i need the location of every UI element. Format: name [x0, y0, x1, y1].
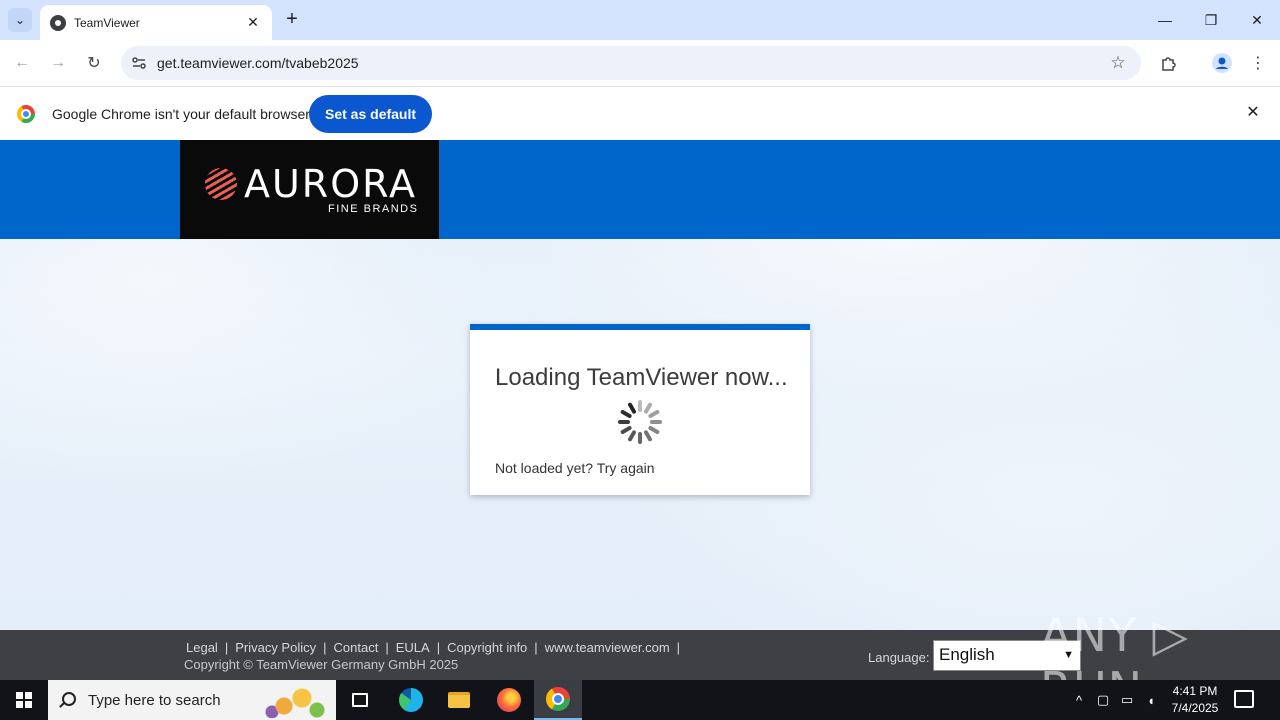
footer-separator: | — [385, 640, 389, 655]
edge-icon — [399, 688, 423, 712]
brand-name: AURORA — [244, 162, 417, 206]
network-icon[interactable]: ▭ — [1116, 680, 1138, 720]
search-icon — [62, 692, 76, 706]
maximize-button[interactable]: ❐ — [1188, 0, 1234, 40]
spinner-bar — [647, 425, 661, 435]
page-footer: Legal | Privacy Policy | Contact | EULA | Copyri… — [0, 608, 1280, 716]
tray-device-icon[interactable]: ▢ — [1092, 680, 1114, 720]
file-explorer-taskbar-button[interactable] — [435, 680, 483, 720]
language-label: Language: — [868, 650, 930, 665]
tab-title: TeamViewer — [74, 15, 140, 30]
firefox-taskbar-button[interactable] — [485, 680, 533, 720]
footer-separator: | — [323, 640, 327, 655]
spinner-bar — [647, 409, 661, 419]
tray-overflow-chevron-icon[interactable]: ^ — [1068, 680, 1090, 720]
forward-arrow-icon[interactable]: → — [46, 51, 70, 75]
edge-taskbar-button[interactable] — [387, 680, 435, 720]
footer-links: Legal | Privacy Policy | Contact | EULA | Copyri… — [186, 640, 687, 655]
site-settings-icon[interactable] — [129, 53, 149, 73]
tab-teamviewer[interactable]: TeamViewer ✕ — [40, 5, 272, 40]
start-button[interactable] — [0, 680, 48, 720]
notification-icon[interactable] — [1234, 690, 1254, 708]
copyright-text: Copyright © TeamViewer Germany GmbH 2025 — [184, 657, 459, 672]
browser-toolbar: ← → ↻ get.teamviewer.com/tvabeb2025 ☆ ⋮ — [0, 40, 1280, 86]
clock-time: 4:41 PM — [1172, 684, 1218, 698]
retry-prefix: Not loaded yet? — [495, 460, 597, 476]
close-window-button[interactable]: ✕ — [1234, 0, 1280, 40]
spinner-bar — [643, 429, 653, 443]
aurora-logo: AURORA FINE BRANDS — [180, 140, 439, 239]
footer-link[interactable]: www.teamviewer.com — [545, 640, 670, 655]
infobar-message: Google Chrome isn't your default browser — [52, 106, 310, 122]
chrome-taskbar-button[interactable] — [534, 680, 582, 720]
try-again-link[interactable]: Try again — [597, 460, 655, 476]
loading-card: Loading TeamViewer now... Not loaded yet… — [470, 324, 810, 495]
bookmark-star-icon[interactable]: ☆ — [1107, 52, 1129, 74]
retry-line: Not loaded yet? Try again — [495, 460, 655, 476]
spinner-bar — [650, 420, 662, 424]
new-tab-button[interactable]: + — [282, 8, 302, 32]
system-clock[interactable]: 4:41 PM 7/4/2025 — [1160, 683, 1230, 717]
tab-close-icon[interactable]: ✕ — [244, 14, 262, 31]
extensions-puzzle-icon[interactable] — [1157, 51, 1181, 75]
footer-separator: | — [224, 640, 229, 655]
search-highlight-flowers-icon — [262, 684, 328, 718]
url-text[interactable]: get.teamviewer.com/tvabeb2025 — [157, 55, 359, 71]
back-arrow-icon[interactable]: ← — [10, 51, 34, 75]
menu-kebab-icon[interactable]: ⋮ — [1246, 51, 1270, 75]
clock-date: 7/4/2025 — [1171, 701, 1219, 715]
reload-icon[interactable]: ↻ — [82, 51, 106, 75]
minimize-button[interactable]: — — [1142, 0, 1188, 40]
infobar-close-icon[interactable]: ✕ — [1244, 104, 1262, 122]
windows-logo-icon — [16, 692, 32, 708]
windows-taskbar: Type here to search ^ ▢ ▭ ◖ 4:41 PM 7/4/… — [0, 680, 1280, 720]
footer-link[interactable]: Contact — [334, 640, 379, 655]
profile-avatar-icon[interactable] — [1210, 51, 1234, 75]
footer-link[interactable]: Legal — [186, 640, 218, 655]
set-as-default-button[interactable]: Set as default — [309, 95, 433, 133]
search-placeholder: Type here to search — [88, 692, 221, 709]
chrome-logo-icon — [17, 105, 35, 123]
footer-link[interactable]: Privacy Policy — [235, 640, 316, 655]
task-view-button[interactable] — [336, 680, 384, 720]
task-view-icon — [352, 693, 368, 707]
page-content: AURORA FINE BRANDS Loading TeamViewer no… — [0, 140, 1280, 680]
language-value: English — [939, 645, 995, 664]
footer-separator: | — [436, 640, 441, 655]
folder-icon — [448, 692, 470, 708]
default-browser-infobar: Google Chrome isn't your default browser… — [0, 86, 1280, 140]
header-banner: AURORA FINE BRANDS — [0, 140, 1280, 239]
tab-strip: ⌄ TeamViewer ✕ + — ❐ ✕ — [0, 0, 1280, 40]
spinner-bar — [638, 432, 642, 444]
brand-subtitle: FINE BRANDS — [328, 203, 419, 215]
address-bar[interactable]: get.teamviewer.com/tvabeb2025 ☆ — [121, 46, 1141, 80]
loading-spinner-icon — [618, 400, 662, 444]
footer-link[interactable]: EULA — [396, 640, 430, 655]
tab-search-chevron-icon[interactable]: ⌄ — [8, 8, 32, 32]
volume-icon[interactable]: ◖ — [1140, 680, 1162, 720]
spinner-bar — [638, 400, 642, 412]
aurora-sphere-icon — [205, 168, 237, 200]
firefox-icon — [497, 688, 521, 712]
footer-separator: | — [534, 640, 538, 655]
loading-title: Loading TeamViewer now... — [495, 364, 788, 391]
spinner-bar — [618, 420, 630, 424]
footer-separator: | — [676, 640, 681, 655]
spinner-bar — [627, 429, 637, 443]
chrome-icon — [546, 687, 570, 711]
taskbar-search[interactable]: Type here to search — [48, 680, 336, 720]
teamviewer-favicon-icon — [50, 14, 66, 31]
footer-link[interactable]: Copyright info — [447, 640, 527, 655]
